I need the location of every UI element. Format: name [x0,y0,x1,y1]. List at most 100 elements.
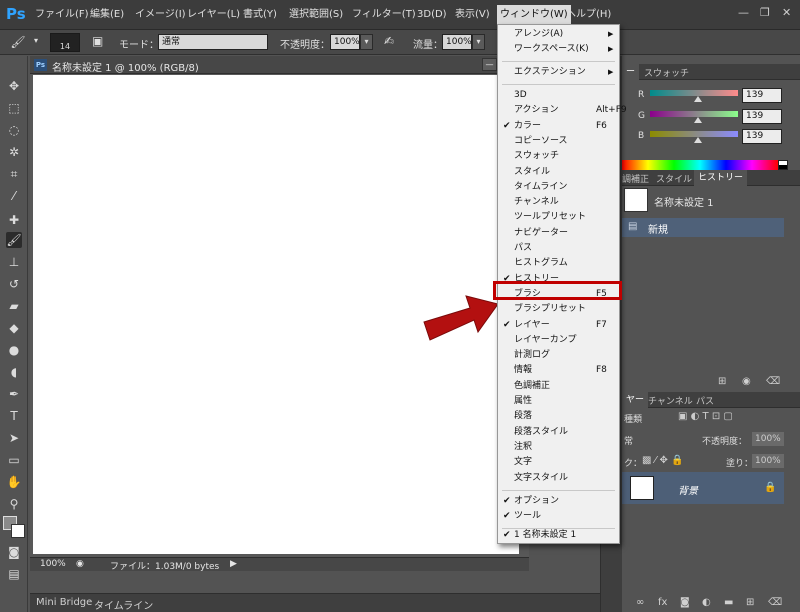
menu-item-panel[interactable]: 段落 [498,409,619,424]
tab-swatches[interactable]: スウォッチ [644,66,689,79]
menu-item-panel[interactable]: ✔ レイヤー F7 [498,318,619,333]
snapshot-camera-icon[interactable]: ◉ [742,376,751,387]
menu-item-panel[interactable]: ブラシプリセット [498,302,619,317]
menu-item-panel[interactable]: ヒストグラム [498,256,619,271]
menu-item-panel[interactable]: チャンネル [498,195,619,210]
menu-item-panel[interactable]: コピーソース [498,134,619,149]
menu-type[interactable]: 書式(Y) [240,7,280,23]
menu-item-panel[interactable]: ツールプリセット [498,210,619,225]
tab-adjustments[interactable]: 調補正 [622,172,649,185]
zoom-level[interactable]: 100% [40,559,66,569]
tab-styles[interactable]: スタイル [656,172,692,185]
menu-item-panel[interactable]: 情報 F8 [498,363,619,378]
layer-row-background[interactable]: 背景 🔒 [622,472,784,504]
background-color-swatch[interactable] [11,524,25,538]
hand-tool-icon[interactable]: ✋ [6,474,22,490]
history-trash-icon[interactable]: ⌫ [766,376,780,387]
red-value[interactable]: 139 [742,88,782,103]
menu-item-panel[interactable]: スウォッチ [498,149,619,164]
dodge-tool-icon[interactable]: ◖ [6,364,22,380]
marquee-tool-icon[interactable]: ⬚ [6,100,22,116]
menu-edit[interactable]: 編集(E) [87,7,127,23]
healing-brush-icon[interactable]: ✚ [6,212,22,228]
layer-blend-mode[interactable]: 常 [624,434,633,447]
layer-mask-icon[interactable]: ◙ [680,597,690,608]
document-tab[interactable]: Ps 名称未設定 1 @ 100% (RGB/8) — ❐ [30,56,529,74]
menu-item-arrange[interactable]: アレンジ(A) ▶ [498,27,619,42]
close-icon[interactable]: ✕ [782,6,791,19]
layer-kind-filter[interactable]: 種類 [624,412,642,425]
menu-file[interactable]: ファイル(F) [32,7,92,23]
green-slider-thumb[interactable] [693,117,702,123]
crop-tool-icon[interactable]: ⌗ [6,166,22,182]
menu-item-panel[interactable]: 色調補正 [498,379,619,394]
flow-field[interactable]: 100% [442,34,472,50]
lasso-tool-icon[interactable]: ◌ [6,122,22,138]
layer-lock-icons[interactable]: ▩ ⁄ ✥ 🔒 [642,455,683,466]
menu-item-panel[interactable]: 文字 [498,455,619,470]
menu-item-tools[interactable]: ✔ ツール [498,509,619,524]
opacity-dropdown-icon[interactable]: ▾ [360,34,373,50]
tab-layers[interactable]: ヤー [622,392,649,408]
menu-item-workspace[interactable]: ワークスペース(K) ▶ [498,42,619,57]
paint-bucket-icon[interactable]: ◆ [6,320,22,336]
tab-channels[interactable]: チャンネル [648,394,693,407]
brush-panel-toggle-icon[interactable]: ▣ [92,34,103,48]
link-layers-icon[interactable]: ∞ [636,597,644,608]
menu-view[interactable]: 表示(V) [452,7,493,23]
menu-item-panel[interactable]: レイヤーカンプ [498,333,619,348]
flow-dropdown-icon[interactable]: ▾ [472,34,485,50]
menu-image[interactable]: イメージ(I) [132,7,189,23]
color-spectrum[interactable] [622,160,778,170]
menu-item-panel[interactable]: アクション Alt+F9 [498,103,627,118]
blue-slider-thumb[interactable] [693,137,702,143]
pen-tool-icon[interactable]: ✒ [6,386,22,402]
tab-history[interactable]: ヒストリー [694,170,748,186]
menu-item-panel[interactable]: 3D [498,88,619,103]
tab-color[interactable]: ー [622,64,640,80]
menu-filter[interactable]: フィルター(T) [349,7,419,23]
menu-item-panel[interactable]: パス [498,241,619,256]
brush-tool-icon[interactable]: 🖌 [6,232,22,248]
layer-group-icon[interactable]: ▬ [724,597,733,608]
tab-paths[interactable]: パス [696,394,714,407]
adjustment-layer-icon[interactable]: ◐ [702,597,711,608]
new-layer-icon[interactable]: ⊞ [746,597,754,608]
menu-help[interactable]: ヘルプ(H) [563,7,614,23]
mode-select[interactable]: 通常 [158,34,268,50]
status-info-icon[interactable]: ◉ [76,559,84,569]
screen-mode-icon[interactable]: ▤ [6,566,22,582]
layer-style-fx-icon[interactable]: fx [658,597,667,608]
brush-tool-icon[interactable]: 🖌 [10,34,26,50]
minimize-icon[interactable]: — [738,6,749,19]
brush-size-preview[interactable]: 14 [50,33,80,52]
layer-fill-field[interactable]: 100% [752,454,784,468]
eraser-icon[interactable]: ▰ [6,298,22,314]
new-document-from-state-icon[interactable]: ⊞ [718,376,726,387]
menu-item-panel[interactable]: 計測ログ [498,348,619,363]
stamp-tool-icon[interactable]: ⊥ [6,254,22,270]
history-snapshot[interactable]: 名称未設定 1 [622,186,800,214]
type-tool-icon[interactable]: T [6,408,22,424]
menu-item-panel[interactable]: 属性 [498,394,619,409]
history-brush-icon[interactable]: ↺ [6,276,22,292]
magic-wand-icon[interactable]: ✲ [6,144,22,160]
doc-minimize-icon[interactable]: — [482,58,497,71]
menu-item-panel[interactable]: 注釈 [498,440,619,455]
opacity-field[interactable]: 100% [330,34,360,50]
green-value[interactable]: 139 [742,109,782,124]
layer-trash-icon[interactable]: ⌫ [768,597,782,608]
move-tool-icon[interactable]: ✥ [6,78,22,94]
menu-item-panel[interactable]: ナビゲーター [498,226,619,241]
menu-item-options[interactable]: ✔ オプション [498,494,619,509]
menu-item-document-1[interactable]: ✔ 1 名称未設定 1 [498,528,619,543]
menu-item-panel[interactable]: 文字スタイル [498,471,619,486]
pressure-opacity-icon[interactable]: ✍ [384,34,394,48]
menu-layer[interactable]: レイヤー(L) [184,7,243,23]
tool-preset-arrow-icon[interactable]: ▾ [34,36,38,45]
menu-item-panel[interactable]: 段落スタイル [498,425,619,440]
blur-tool-icon[interactable]: ● [6,342,22,358]
layer-opacity-field[interactable]: 100% [752,432,784,446]
history-state-new[interactable]: ▤ 新規 [622,218,784,237]
path-select-icon[interactable]: ➤ [6,430,22,446]
